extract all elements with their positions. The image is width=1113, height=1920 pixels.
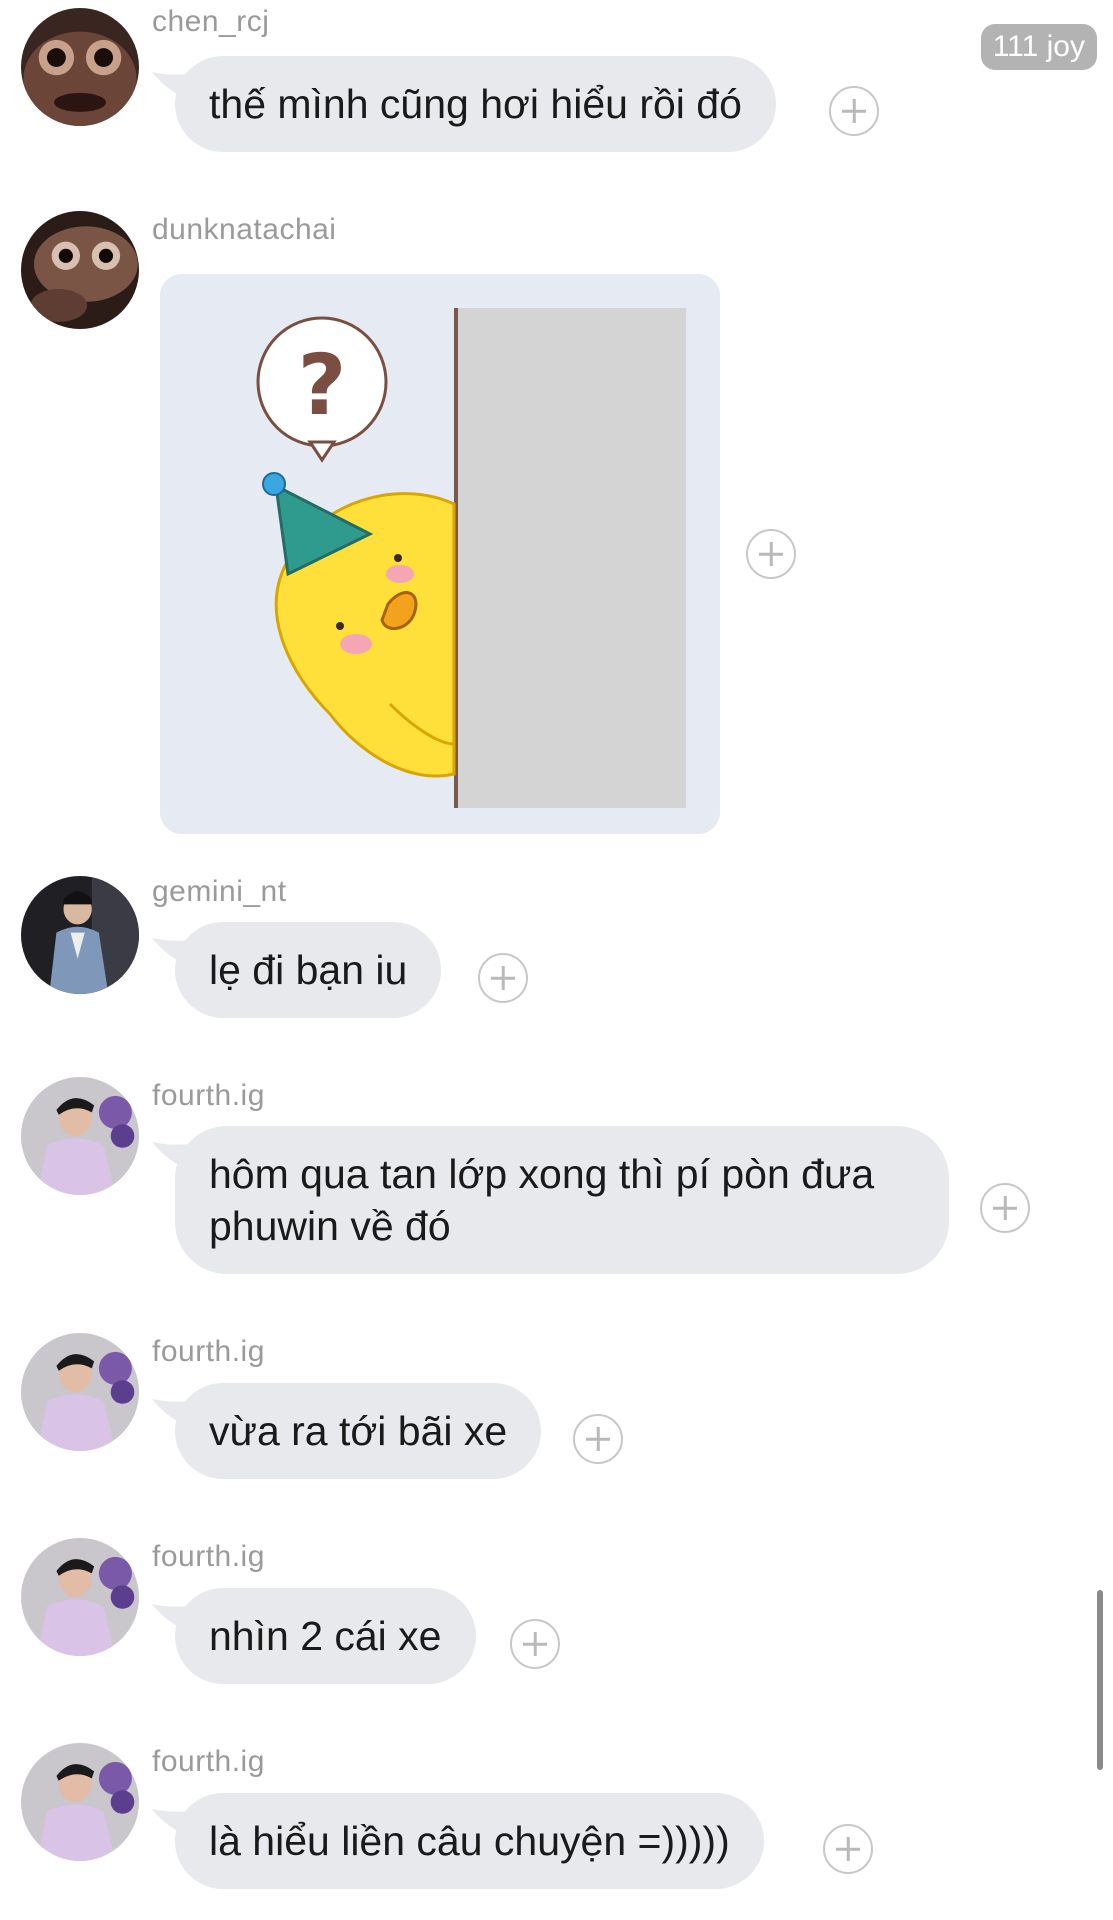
message-bubble[interactable]: lẹ đi bạn iu xyxy=(175,922,442,1018)
sticker-image[interactable]: ? xyxy=(160,274,720,834)
message-bubble[interactable]: vừa ra tới bãi xe xyxy=(175,1383,542,1479)
avatar[interactable] xyxy=(21,1538,139,1656)
scrollbar[interactable] xyxy=(1097,1590,1103,1770)
add-reaction-button[interactable] xyxy=(829,86,879,136)
svg-text:?: ? xyxy=(298,336,347,434)
duck-peeking-question-sticker-icon: ? xyxy=(160,274,720,834)
message-bubble[interactable]: thế mình cũng hơi hiểu rồi đó xyxy=(175,56,776,152)
username[interactable]: gemini_nt xyxy=(152,874,287,910)
message-bubble[interactable]: hôm qua tan lớp xong thì pí pòn đưa phuw… xyxy=(175,1126,949,1274)
reaction-count-badge[interactable]: 111 joy xyxy=(980,24,1097,70)
add-reaction-button[interactable] xyxy=(510,1619,560,1669)
username[interactable]: fourth.ig xyxy=(152,1744,265,1780)
add-reaction-button[interactable] xyxy=(478,953,528,1003)
username[interactable]: fourth.ig xyxy=(152,1334,265,1370)
message-bubble[interactable]: là hiểu liền câu chuyện =))))) xyxy=(175,1793,764,1889)
message-bubble[interactable]: nhìn 2 cái xe xyxy=(175,1588,476,1684)
username[interactable]: fourth.ig xyxy=(152,1078,265,1114)
avatar[interactable] xyxy=(21,8,139,126)
add-reaction-button[interactable] xyxy=(746,529,796,579)
avatar[interactable] xyxy=(21,1077,139,1195)
avatar[interactable] xyxy=(21,876,139,994)
add-reaction-button[interactable] xyxy=(823,1824,873,1874)
add-reaction-button[interactable] xyxy=(573,1414,623,1464)
username[interactable]: dunknatachai xyxy=(152,212,336,248)
username[interactable]: chen_rcj xyxy=(152,4,269,40)
avatar[interactable] xyxy=(21,1743,139,1861)
avatar[interactable] xyxy=(21,1333,139,1451)
add-reaction-button[interactable] xyxy=(980,1183,1030,1233)
avatar[interactable] xyxy=(21,211,139,329)
username[interactable]: fourth.ig xyxy=(152,1539,265,1575)
